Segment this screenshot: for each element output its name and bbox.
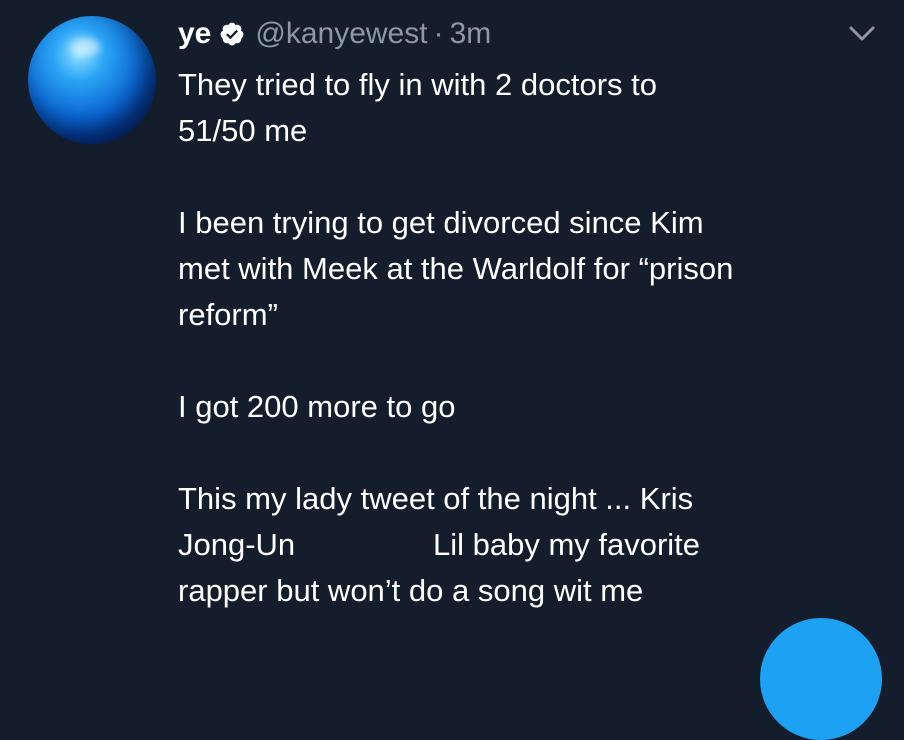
tweet: ye @kanyewest · 3m They tried to fly in … <box>0 0 904 740</box>
avatar[interactable] <box>28 16 156 144</box>
tweet-paragraph: They tried to fly in with 2 doctors to 5… <box>178 67 657 148</box>
timestamp[interactable]: 3m <box>450 17 492 51</box>
tweet-paragraph: This my lady tweet of the night ... Kris… <box>178 481 701 608</box>
tweet-paragraph: I got 200 more to go <box>178 389 456 424</box>
display-name[interactable]: ye <box>178 17 211 51</box>
verified-badge-icon <box>219 21 245 47</box>
handle[interactable]: @kanyewest <box>255 17 427 51</box>
tweet-text: They tried to fly in with 2 doctors to 5… <box>178 62 888 614</box>
separator: · <box>433 17 444 50</box>
tweet-paragraph: I been trying to get divorced since Kim … <box>178 205 734 332</box>
chevron-down-icon[interactable] <box>846 22 878 46</box>
compose-fab[interactable] <box>760 618 882 740</box>
tweet-header: ye @kanyewest · 3m <box>178 12 491 56</box>
